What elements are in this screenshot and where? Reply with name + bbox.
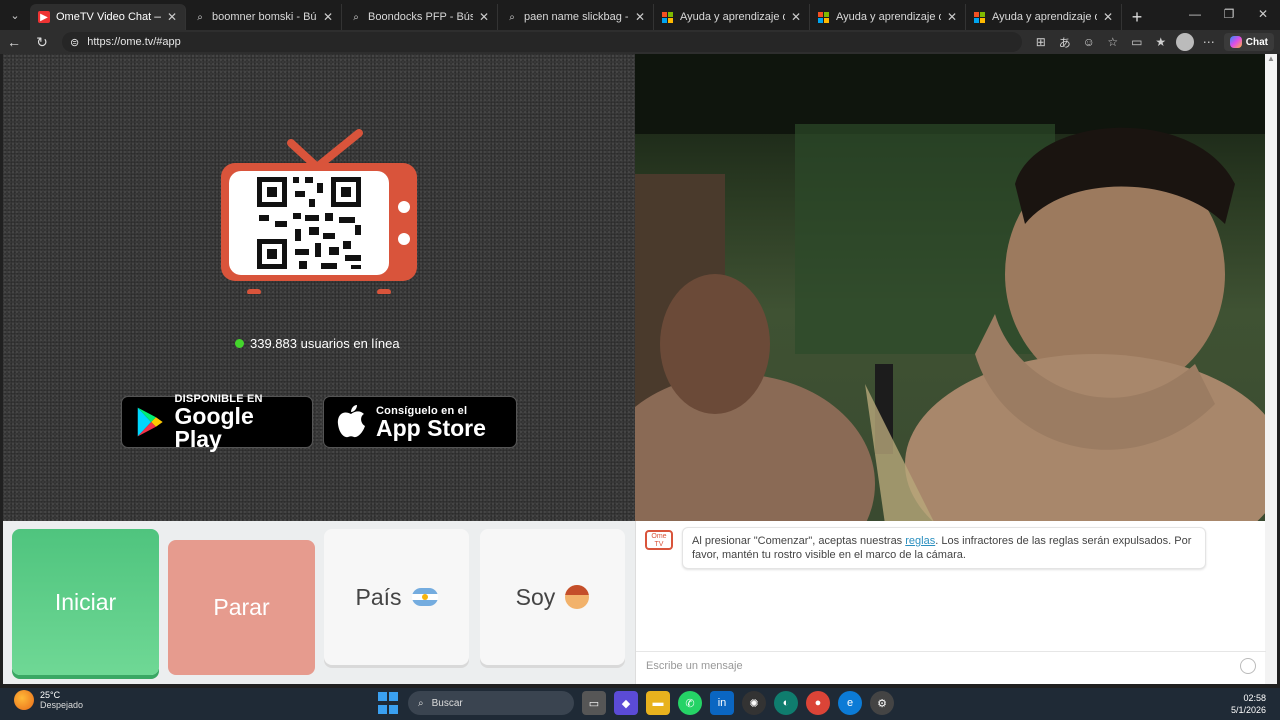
taskbar-apps: ⌕ Buscar ▭ ◆ ▬ ✆ in ✺ ◐ ● e ⚙ [376, 691, 894, 715]
windows-taskbar: 25°C Despejado ⌕ Buscar ▭ ◆ ▬ ✆ in ✺ ◐ ●… [0, 688, 1280, 720]
edge-copilot-icon[interactable]: ◐ [774, 691, 798, 715]
search-icon: ⌕ [418, 697, 424, 709]
youtube-style-icon: ▶ [38, 11, 50, 23]
close-tab-icon[interactable]: ✕ [323, 10, 333, 24]
tv-qr-logo [221, 129, 417, 294]
scroll-up-icon[interactable]: ▲ [1265, 54, 1277, 63]
chrome-icon[interactable]: ● [806, 691, 830, 715]
system-clock[interactable]: 02:58 5/1/2026 [1231, 692, 1266, 716]
promo-panel: 339.883 usuarios en línea DISPONIBLE EN … [3, 54, 635, 521]
tab-microsoft-1[interactable]: Ayuda y aprendizaje de Mic ✕ [654, 4, 810, 30]
close-tab-icon[interactable]: ✕ [791, 10, 801, 24]
online-users-indicator: 339.883 usuarios en línea [235, 336, 400, 351]
microsoft-icon [974, 11, 986, 23]
favorite-star-icon[interactable]: ☆ [1104, 33, 1122, 51]
argentina-flag-icon [411, 588, 438, 606]
rules-link[interactable]: reglas [905, 535, 935, 547]
profile-avatar[interactable] [1175, 33, 1194, 51]
close-tab-icon[interactable]: ✕ [479, 10, 489, 24]
tab-ometv[interactable]: ▶ OmeTV Video Chat — ✕ [30, 4, 186, 30]
chatgpt-icon[interactable]: ✺ [742, 691, 766, 715]
copilot-icon [1229, 36, 1242, 48]
close-tab-icon[interactable]: ✕ [635, 10, 645, 24]
start-button[interactable]: Iniciar [12, 529, 159, 675]
microsoft-icon [662, 11, 674, 23]
toolbar-actions: ⊞ あ ☺ ☆ ▭ ★ ⋯ Chat [1032, 33, 1280, 51]
browser-tab-strip: ⌄ ▶ OmeTV Video Chat — ✕ ⌕ boomner bomsk… [0, 0, 1280, 30]
country-selector-button[interactable]: País [324, 529, 469, 665]
ometv-chat-logo: Ome TV [645, 530, 673, 550]
chat-panel: Ome TV Al presionar "Comenzar", aceptas … [635, 521, 1266, 684]
window-controls: — ❐ ✕ [1178, 0, 1280, 28]
settings-icon[interactable]: ⚙ [870, 691, 894, 715]
partner-video-frame [635, 54, 1265, 521]
close-window-icon[interactable]: ✕ [1246, 0, 1280, 28]
translate-icon[interactable]: あ [1056, 33, 1074, 51]
message-input[interactable]: Escribe un mensaje [636, 651, 1266, 679]
tab-search-3[interactable]: ⌕ paen name slickbag - Búsq ✕ [498, 4, 654, 30]
edge-browser-icon[interactable]: e [838, 691, 862, 715]
google-play-icon [137, 407, 163, 437]
address-bar[interactable]: ⊜ https://ome.tv/#app [62, 32, 1022, 52]
back-arrow-icon[interactable]: ← [0, 30, 28, 54]
more-options-icon[interactable]: ⋯ [1200, 33, 1218, 51]
restore-icon[interactable]: ❐ [1212, 0, 1246, 28]
browser-toolbar: ← ↻ ⊜ https://ome.tv/#app ⊞ あ ☺ ☆ ▭ ★ ⋯ … [0, 30, 1280, 54]
tab-microsoft-2[interactable]: Ayuda y aprendizaje de Mic ✕ [810, 4, 966, 30]
copilot-chat-button[interactable]: Chat [1223, 33, 1274, 51]
search-icon: ⌕ [197, 11, 203, 23]
apple-icon [337, 405, 365, 438]
copilot-app-icon[interactable]: ◆ [614, 691, 638, 715]
gender-selector-button[interactable]: Soy [480, 529, 625, 665]
new-tab-button[interactable]: + [1122, 4, 1152, 30]
url-text: https://ome.tv/#app [87, 36, 181, 48]
search-icon: ⌕ [509, 11, 515, 23]
google-play-button[interactable]: DISPONIBLE EN Google Play [121, 393, 313, 451]
weather-widget[interactable]: 25°C Despejado [14, 690, 83, 710]
task-view-icon[interactable]: ▭ [582, 691, 606, 715]
microsoft-icon [818, 11, 830, 23]
linkedin-icon[interactable]: in [710, 691, 734, 715]
close-tab-icon[interactable]: ✕ [1103, 10, 1113, 24]
close-tab-icon[interactable]: ✕ [947, 10, 957, 24]
app-available-icon[interactable]: ⊞ [1032, 33, 1050, 51]
online-users-text: 339.883 usuarios en línea [250, 336, 400, 351]
taskbar-search[interactable]: ⌕ Buscar [408, 691, 574, 715]
boy-emoji-icon [565, 585, 590, 609]
close-tab-icon[interactable]: ✕ [167, 10, 177, 24]
partner-video [635, 54, 1265, 521]
file-explorer-icon[interactable]: ▬ [646, 691, 670, 715]
online-status-dot [235, 339, 244, 348]
favorites-icon[interactable]: ★ [1152, 33, 1170, 51]
weather-sun-icon [14, 690, 34, 710]
camera-icon[interactable]: ▭ [1128, 33, 1146, 51]
page-scrollbar[interactable]: ▲ [1265, 54, 1277, 684]
stop-button[interactable]: Parar [168, 540, 315, 675]
search-icon: ⌕ [353, 11, 359, 23]
app-store-button[interactable]: Consíguelo en el App Store [323, 396, 517, 448]
system-rules-message: Al presionar "Comenzar", aceptas nuestra… [682, 527, 1206, 569]
emoji-icon[interactable] [1240, 658, 1256, 674]
whatsapp-icon[interactable]: ✆ [678, 691, 702, 715]
site-info-icon[interactable]: ⊜ [70, 36, 79, 49]
windows-start-icon[interactable] [376, 691, 400, 715]
tab-search-1[interactable]: ⌕ boomner bomski - Búsqueda ✕ [186, 4, 342, 30]
ometv-app: 339.883 usuarios en línea DISPONIBLE EN … [3, 54, 1277, 684]
extension-icon[interactable]: ☺ [1080, 33, 1098, 51]
tab-actions-menu-icon[interactable]: ⌄ [0, 0, 30, 30]
tab-search-2[interactable]: ⌕ Boondocks PFP - Búsqueda ✕ [342, 4, 498, 30]
minimize-icon[interactable]: — [1178, 0, 1212, 28]
refresh-icon[interactable]: ↻ [28, 30, 56, 54]
tab-microsoft-3[interactable]: Ayuda y aprendizaje de Mic ✕ [966, 4, 1122, 30]
